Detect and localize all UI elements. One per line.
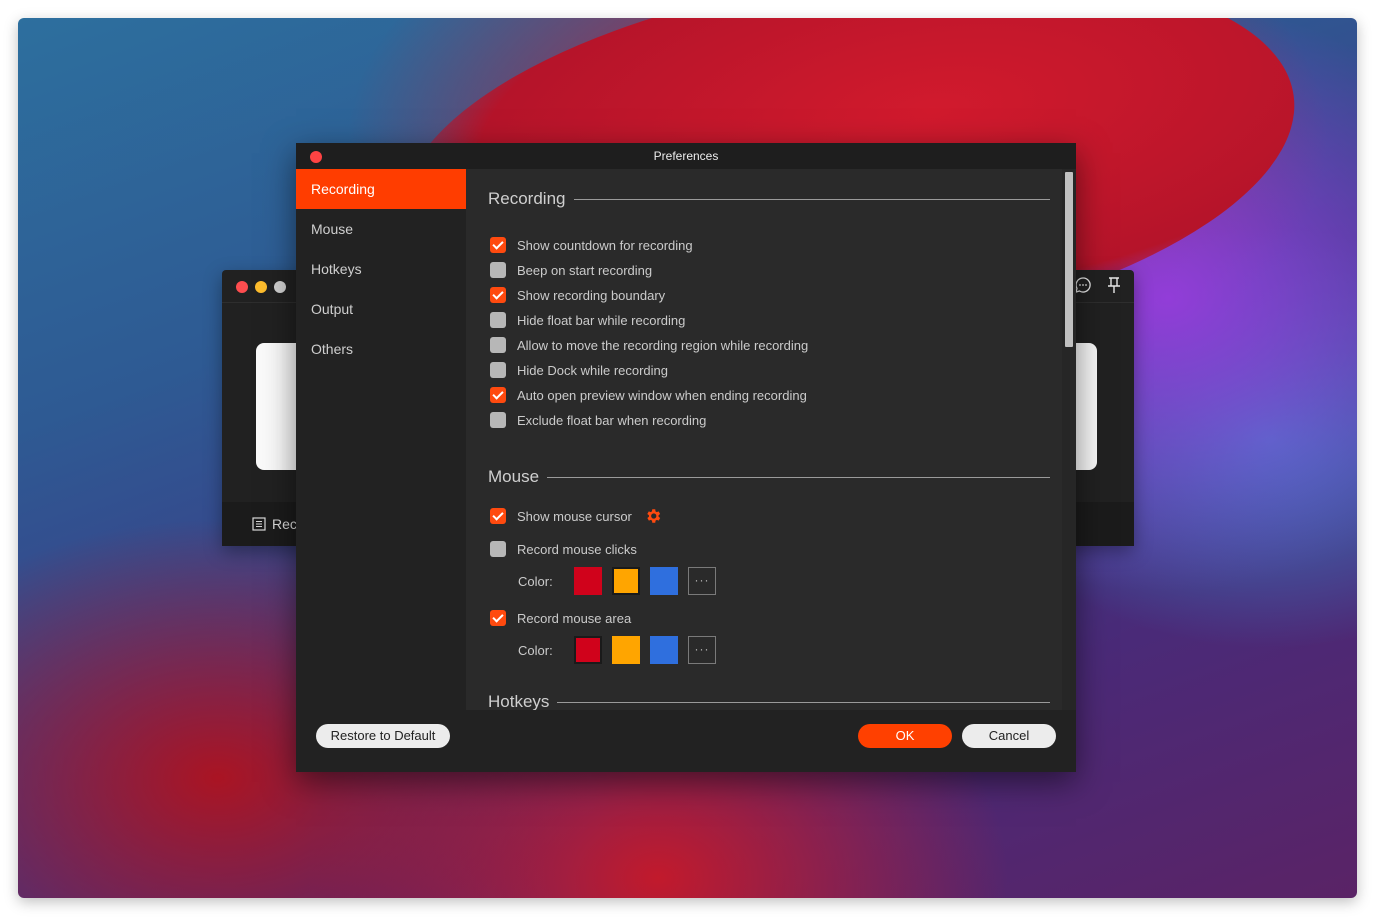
section-mouse-title: Mouse (488, 467, 540, 486)
minimize-window-button[interactable] (255, 281, 267, 293)
more-colors-button[interactable]: ··· (688, 636, 716, 664)
option-show-countdown[interactable]: Show countdown for recording (490, 237, 693, 253)
option-hide-dock[interactable]: Hide Dock while recording (490, 362, 668, 378)
option-label: Exclude float bar when recording (517, 412, 707, 428)
option-label: Record mouse area (517, 610, 632, 626)
section-hotkeys-header: Hotkeys (488, 692, 1050, 710)
list-icon (252, 517, 266, 531)
section-recording-title: Recording (488, 189, 566, 208)
option-hide-float-bar[interactable]: Hide float bar while recording (490, 312, 685, 328)
dialog-title: Preferences (653, 149, 719, 163)
section-divider (573, 198, 1050, 200)
gear-icon[interactable] (644, 507, 662, 525)
color-swatch-blue[interactable] (650, 567, 678, 595)
option-label: Show recording boundary (517, 287, 666, 303)
section-recording-header: Recording (488, 189, 1050, 209)
restore-default-button[interactable]: Restore to Default (316, 724, 450, 748)
chat-icon[interactable] (1074, 276, 1092, 299)
sidebar-item-hotkeys[interactable]: Hotkeys (296, 249, 466, 289)
color-label: Color: (518, 573, 553, 589)
option-label: Hide Dock while recording (517, 362, 669, 378)
color-swatch-orange[interactable] (612, 636, 640, 664)
option-label: Show mouse cursor (517, 508, 632, 524)
section-divider (557, 701, 1050, 703)
option-record-mouse-clicks[interactable]: Record mouse clicks (490, 541, 637, 557)
recordings-link[interactable]: Rec (252, 516, 297, 532)
color-swatch-orange[interactable] (612, 567, 640, 595)
option-label: Beep on start recording (517, 262, 653, 278)
option-label: Allow to move the recording region while… (517, 337, 809, 353)
section-divider (547, 476, 1050, 478)
checkbox[interactable] (490, 541, 506, 557)
checkbox[interactable] (490, 337, 506, 353)
checkbox[interactable] (490, 287, 506, 303)
option-show-mouse-cursor[interactable]: Show mouse cursor (490, 507, 662, 525)
checkbox[interactable] (490, 237, 506, 253)
option-auto-open-preview[interactable]: Auto open preview window when ending rec… (490, 387, 807, 403)
cancel-button[interactable]: Cancel (962, 724, 1056, 748)
sidebar-item-others[interactable]: Others (296, 329, 466, 369)
section-hotkeys-title: Hotkeys (488, 692, 550, 710)
clicks-color-picker: Color: ··· (518, 567, 716, 595)
color-swatch-red[interactable] (574, 567, 602, 595)
checkbox[interactable] (490, 610, 506, 626)
sidebar-item-mouse[interactable]: Mouse (296, 209, 466, 249)
option-show-boundary[interactable]: Show recording boundary (490, 287, 665, 303)
color-label: Color: (518, 642, 553, 658)
checkbox[interactable] (490, 412, 506, 428)
dialog-footer: Restore to Default OK Cancel (296, 710, 1076, 772)
option-beep-on-start[interactable]: Beep on start recording (490, 262, 652, 278)
section-mouse-header: Mouse (488, 467, 1050, 487)
close-window-button[interactable] (236, 281, 248, 293)
checkbox[interactable] (490, 508, 506, 524)
color-swatch-blue[interactable] (650, 636, 678, 664)
option-label: Show countdown for recording (517, 237, 693, 253)
option-label: Record mouse clicks (517, 541, 637, 557)
checkbox[interactable] (490, 312, 506, 328)
checkbox[interactable] (490, 362, 506, 378)
checkbox[interactable] (490, 387, 506, 403)
recordings-label: Rec (272, 516, 297, 532)
ok-button[interactable]: OK (858, 724, 952, 748)
content-scrollbar[interactable] (1062, 169, 1076, 710)
dialog-titlebar: Preferences (296, 143, 1076, 169)
checkbox[interactable] (490, 262, 506, 278)
option-label: Hide float bar while recording (517, 312, 686, 328)
sidebar-item-output[interactable]: Output (296, 289, 466, 329)
more-colors-button[interactable]: ··· (688, 567, 716, 595)
option-allow-move-region[interactable]: Allow to move the recording region while… (490, 337, 808, 353)
option-record-mouse-area[interactable]: Record mouse area (490, 610, 631, 626)
scrollbar-thumb[interactable] (1065, 172, 1073, 347)
preferences-sidebar: Recording Mouse Hotkeys Output Others (296, 169, 466, 710)
option-exclude-float-bar[interactable]: Exclude float bar when recording (490, 412, 706, 428)
color-swatch-red[interactable] (574, 636, 602, 664)
sidebar-item-recording[interactable]: Recording (296, 169, 466, 209)
area-color-picker: Color: ··· (518, 636, 716, 664)
pin-icon[interactable] (1106, 276, 1122, 299)
zoom-window-button[interactable] (274, 281, 286, 293)
preferences-content: Recording Show countdown for recording B… (466, 169, 1062, 710)
option-label: Auto open preview window when ending rec… (517, 387, 807, 403)
preferences-dialog: Preferences Recording Mouse Hotkeys Outp… (296, 143, 1076, 772)
